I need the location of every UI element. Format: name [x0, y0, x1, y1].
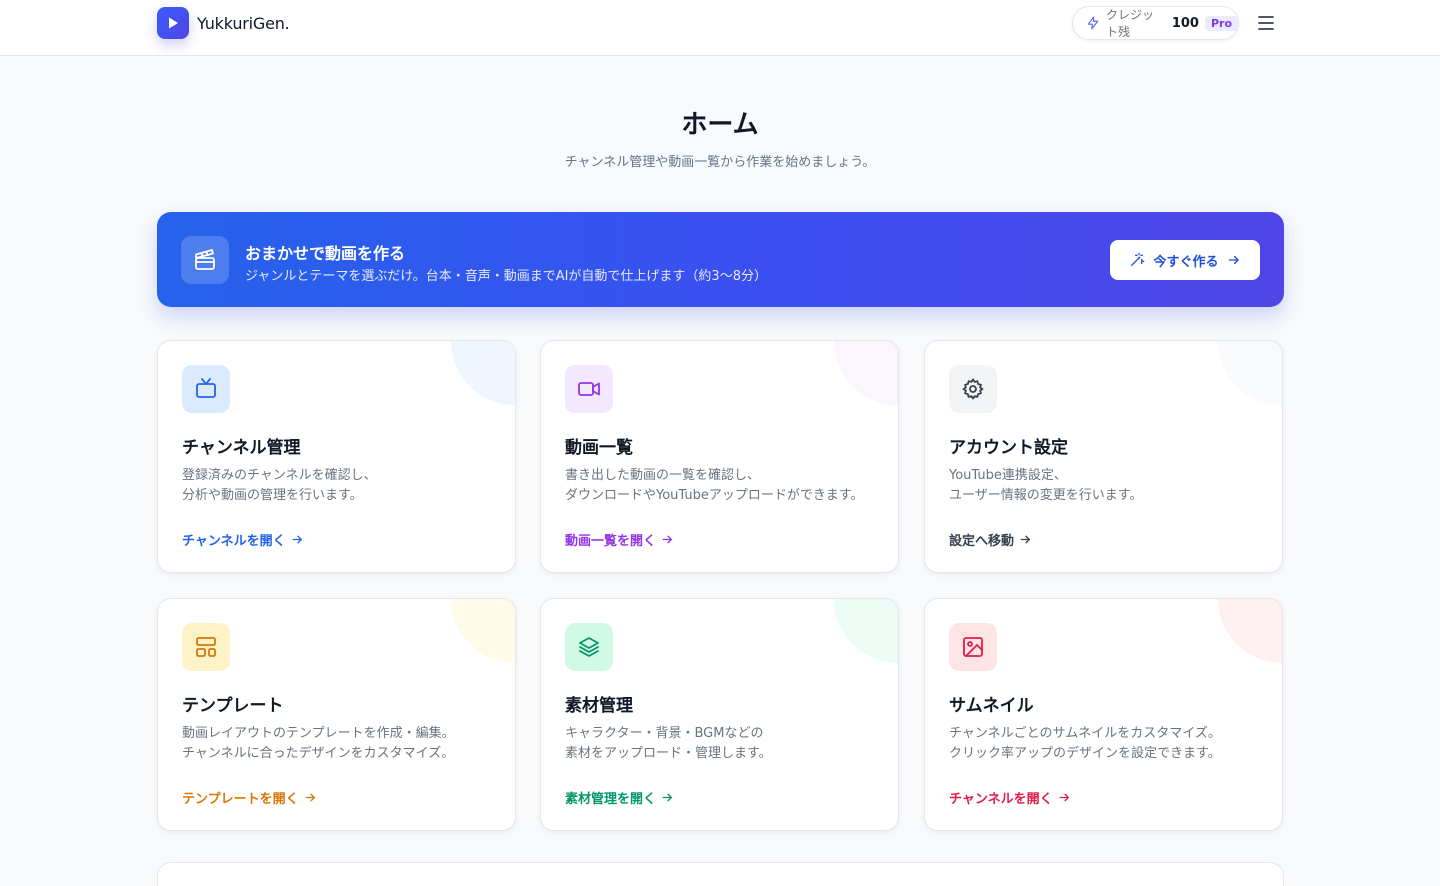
card-channel-management[interactable]: チャンネル管理 登録済みのチャンネルを確認し、 分析や動画の管理を行います。 チ…	[157, 340, 516, 573]
credit-value: 100	[1171, 15, 1199, 31]
auto-create-banner: おまかせで動画を作る ジャンルとテーマを選ぶだけ。台本・音声・動画までAIが自動…	[157, 212, 1284, 307]
logo-text: YukkuriGen.	[197, 13, 290, 33]
credit-indicator[interactable]: クレジット残 100 Pro	[1072, 6, 1239, 40]
arrow-right-icon	[1058, 791, 1071, 804]
card-decoration	[451, 341, 515, 405]
tv-icon	[182, 365, 230, 413]
open-assets-link[interactable]: 素材管理を開く	[565, 788, 674, 807]
credit-label: クレジット残	[1106, 8, 1155, 39]
arrow-right-icon	[291, 533, 304, 546]
image-icon	[949, 623, 997, 671]
clapperboard-icon	[181, 236, 229, 284]
card-desc-line: キャラクター・背景・BGMなどの	[565, 726, 764, 741]
card-link-label: チャンネルを開く	[949, 792, 1053, 807]
magic-wand-icon	[1129, 252, 1145, 268]
card-desc-line: クリック率アップのデザインを設定できます。	[949, 746, 1221, 761]
card-description: キャラクター・背景・BGMなどの 素材をアップロード・管理します。	[565, 724, 772, 764]
card-link-label: テンプレートを開く	[182, 792, 299, 807]
card-description: チャンネルごとのサムネイルをカスタマイズ。 クリック率アップのデザインを設定でき…	[949, 724, 1221, 764]
go-to-settings-link[interactable]: 設定へ移動	[949, 530, 1032, 549]
card-link-label: 動画一覧を開く	[565, 534, 657, 549]
card-decoration	[1218, 341, 1282, 405]
card-decoration	[451, 599, 515, 663]
card-desc-line: チャンネルごとのサムネイルをカスタマイズ。	[949, 726, 1221, 741]
card-link-label: 素材管理を開く	[565, 792, 657, 807]
card-description: YouTube連携設定、 ユーザー情報の変更を行います。	[949, 466, 1142, 506]
card-desc-line: ダウンロードやYouTubeアップロードができます。	[565, 488, 864, 503]
play-logo-icon	[157, 7, 189, 39]
card-desc-line: 登録済みのチャンネルを確認し、	[182, 468, 377, 483]
card-description: 登録済みのチャンネルを確認し、 分析や動画の管理を行います。	[182, 466, 377, 506]
arrow-right-icon	[1227, 253, 1241, 267]
create-now-button[interactable]: 今すぐ作る	[1110, 240, 1260, 280]
card-link-label: チャンネルを開く	[182, 534, 286, 549]
banner-description: ジャンルとテーマを選ぶだけ。台本・音声・動画までAIが自動で仕上げます（約3〜8…	[245, 269, 767, 284]
page-title: ホーム	[681, 110, 759, 140]
bottom-section-card	[157, 862, 1284, 886]
card-title: テンプレート	[182, 696, 284, 716]
arrow-right-icon	[661, 533, 674, 546]
layers-icon	[565, 623, 613, 671]
card-desc-line: 分析や動画の管理を行います。	[182, 488, 363, 503]
card-title: 素材管理	[565, 696, 633, 716]
card-description: 書き出した動画の一覧を確認し、 ダウンロードやYouTubeアップロードができま…	[565, 466, 864, 506]
lightning-icon	[1086, 16, 1100, 30]
card-title: アカウント設定	[949, 438, 1068, 458]
card-desc-line: YouTube連携設定、	[949, 468, 1067, 483]
open-templates-link[interactable]: テンプレートを開く	[182, 788, 317, 807]
gear-icon	[949, 365, 997, 413]
plan-badge: Pro	[1204, 15, 1238, 31]
banner-title: おまかせで動画を作る	[245, 244, 406, 263]
card-title: サムネイル	[949, 696, 1034, 716]
card-title: 動画一覧	[565, 438, 633, 458]
card-link-label: 設定へ移動	[949, 534, 1015, 549]
card-desc-line: ユーザー情報の変更を行います。	[949, 488, 1143, 503]
card-decoration	[834, 599, 898, 663]
card-decoration	[834, 341, 898, 405]
create-now-label: 今すぐ作る	[1153, 254, 1219, 270]
card-desc-line: チャンネルに合ったデザインをカスタマイズ。	[182, 746, 455, 761]
open-channel-link[interactable]: チャンネルを開く	[182, 530, 304, 549]
card-desc-line: 素材をアップロード・管理します。	[565, 746, 772, 761]
card-decoration	[1218, 599, 1282, 663]
arrow-right-icon	[661, 791, 674, 804]
open-thumbnails-link[interactable]: チャンネルを開く	[949, 788, 1071, 807]
card-desc-line: 動画レイアウトのテンプレートを作成・編集。	[182, 726, 455, 741]
card-title: チャンネル管理	[182, 438, 301, 458]
card-templates[interactable]: テンプレート 動画レイアウトのテンプレートを作成・編集。 チャンネルに合ったデザ…	[157, 598, 516, 831]
arrow-right-icon	[1019, 533, 1032, 546]
arrow-right-icon	[304, 791, 317, 804]
video-camera-icon	[565, 365, 613, 413]
card-account-settings[interactable]: アカウント設定 YouTube連携設定、 ユーザー情報の変更を行います。 設定へ…	[924, 340, 1283, 573]
card-thumbnails[interactable]: サムネイル チャンネルごとのサムネイルをカスタマイズ。 クリック率アップのデザイ…	[924, 598, 1283, 831]
app-logo[interactable]: YukkuriGen.	[157, 7, 290, 39]
hamburger-menu-icon[interactable]	[1256, 14, 1276, 32]
card-desc-line: 書き出した動画の一覧を確認し、	[565, 468, 761, 483]
top-header: YukkuriGen. クレジット残 100 Pro	[0, 0, 1440, 56]
card-video-list[interactable]: 動画一覧 書き出した動画の一覧を確認し、 ダウンロードやYouTubeアップロー…	[540, 340, 899, 573]
layout-icon	[182, 623, 230, 671]
page-subtitle: チャンネル管理や動画一覧から作業を始めましょう。	[564, 155, 876, 170]
card-description: 動画レイアウトのテンプレートを作成・編集。 チャンネルに合ったデザインをカスタマ…	[182, 724, 455, 764]
card-assets[interactable]: 素材管理 キャラクター・背景・BGMなどの 素材をアップロード・管理します。 素…	[540, 598, 899, 831]
open-video-list-link[interactable]: 動画一覧を開く	[565, 530, 674, 549]
